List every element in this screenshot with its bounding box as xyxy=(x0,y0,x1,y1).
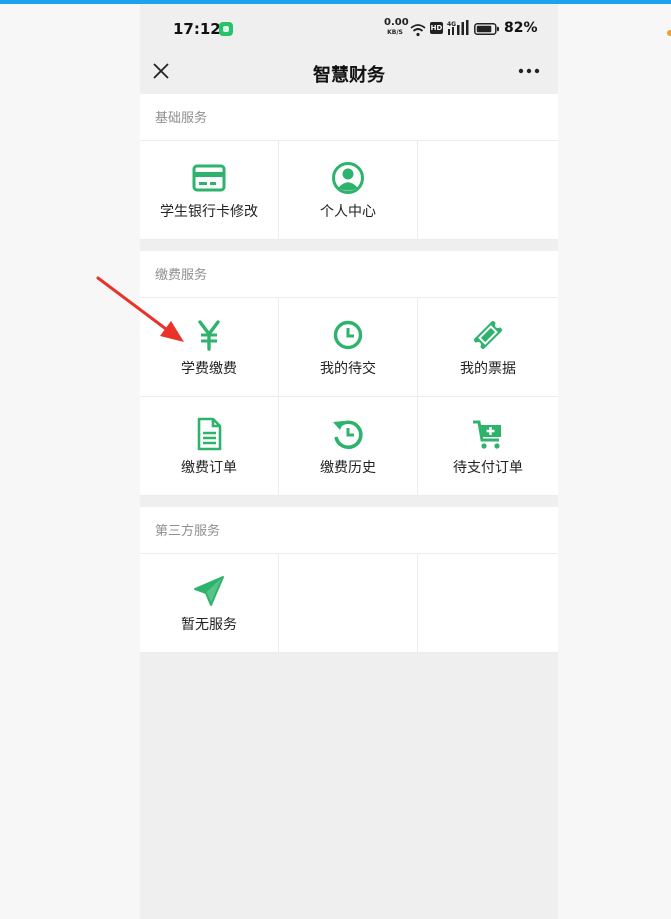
document-icon xyxy=(197,417,222,451)
section-title: 缴费服务 xyxy=(140,251,558,298)
network-speed: 0.00 KB/S xyxy=(384,17,409,37)
battery-icon xyxy=(474,23,499,35)
paper-plane-icon xyxy=(194,576,224,606)
status-time: 17:12 xyxy=(173,20,221,38)
hd-icon: HD xyxy=(430,22,443,34)
network-speed-unit: KB/S xyxy=(387,29,403,36)
bank-card-icon xyxy=(192,164,226,192)
service-tuition-payment[interactable]: 学费缴费 xyxy=(140,298,279,397)
service-label: 个人中心 xyxy=(320,204,376,220)
empty-cell xyxy=(418,554,558,653)
service-label: 暂无服务 xyxy=(181,617,237,633)
clock-icon xyxy=(333,320,363,350)
service-label: 待支付订单 xyxy=(453,460,523,476)
app-notification-icon xyxy=(219,22,233,36)
signal-icon: 4G xyxy=(447,20,469,35)
service-label: 学费缴费 xyxy=(181,361,237,377)
empty-cell xyxy=(279,554,418,653)
wifi-icon xyxy=(410,24,426,37)
section-payment-services: 缴费服务 学费缴费 我的待交 我的票据 缴费订单 缴费历史 待支付订单 xyxy=(140,251,558,496)
section-third-party-services: 第三方服务 暂无服务 xyxy=(140,507,558,653)
yen-icon xyxy=(198,320,220,351)
section-title: 基础服务 xyxy=(140,94,558,141)
service-grid: 暂无服务 xyxy=(140,554,558,653)
edge-marker xyxy=(667,30,671,36)
service-payment-history[interactable]: 缴费历史 xyxy=(279,397,418,496)
service-no-service[interactable]: 暂无服务 xyxy=(140,554,279,653)
history-icon xyxy=(333,420,363,450)
service-unpaid-orders[interactable]: 待支付订单 xyxy=(418,397,558,496)
service-label: 我的票据 xyxy=(460,361,516,377)
network-speed-value: 0.00 xyxy=(384,17,409,28)
nav-bar: 智慧财务 xyxy=(140,48,558,94)
service-label: 缴费历史 xyxy=(320,460,376,476)
network-type-label: 4G xyxy=(447,21,456,28)
service-payment-orders[interactable]: 缴费订单 xyxy=(140,397,279,496)
service-personal-center[interactable]: 个人中心 xyxy=(279,141,418,240)
ticket-icon xyxy=(473,320,503,350)
service-bank-card-edit[interactable]: 学生银行卡修改 xyxy=(140,141,279,240)
service-my-receipts[interactable]: 我的票据 xyxy=(418,298,558,397)
cart-icon xyxy=(473,420,501,449)
page-title: 智慧财务 xyxy=(313,65,385,86)
more-options-icon[interactable] xyxy=(515,60,543,82)
section-title: 第三方服务 xyxy=(140,507,558,554)
service-grid: 学费缴费 我的待交 我的票据 缴费订单 缴费历史 待支付订单 xyxy=(140,298,558,496)
phone-screen: 17:12 0.00 KB/S HD 4G 82% 智慧财务 基础服务 学生银行… xyxy=(140,4,558,919)
service-label: 缴费订单 xyxy=(181,460,237,476)
user-icon xyxy=(332,162,364,194)
service-list: 基础服务 学生银行卡修改 个人中心 缴费服务 学费缴费 我的待交 我的票据 缴费… xyxy=(140,94,558,664)
empty-cell xyxy=(418,141,558,240)
battery-percent: 82% xyxy=(504,20,538,36)
service-label: 我的待交 xyxy=(320,361,376,377)
section-basic-services: 基础服务 学生银行卡修改 个人中心 xyxy=(140,94,558,240)
service-label: 学生银行卡修改 xyxy=(160,204,258,220)
service-pending-payments[interactable]: 我的待交 xyxy=(279,298,418,397)
status-bar: 17:12 0.00 KB/S HD 4G 82% xyxy=(140,4,558,48)
service-grid: 学生银行卡修改 个人中心 xyxy=(140,141,558,240)
